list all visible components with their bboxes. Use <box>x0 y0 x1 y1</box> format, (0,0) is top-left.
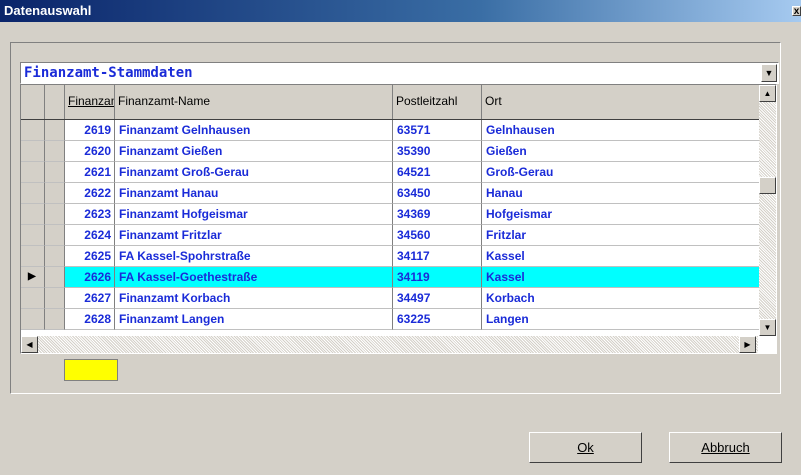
window-title: Datenauswahl <box>4 3 92 18</box>
cell-nr: 2627 <box>65 288 115 309</box>
row-blank <box>45 288 65 309</box>
cell-plz: 63571 <box>393 120 482 141</box>
header-finanzamt[interactable]: Finanzamt <box>65 85 115 119</box>
cell-plz: 35390 <box>393 141 482 162</box>
table-row[interactable]: 2622 Finanzamt Hanau 63450 Hanau <box>21 183 760 204</box>
cell-name: Finanzamt Groß-Gerau <box>115 162 393 183</box>
combo-value: Finanzamt-Stammdaten <box>24 65 193 81</box>
current-row-icon: ▶ <box>28 271 36 282</box>
row-indicator <box>21 309 45 330</box>
cell-plz: 64521 <box>393 162 482 183</box>
cell-plz: 63225 <box>393 309 482 330</box>
row-indicator <box>21 120 45 141</box>
cell-name: Finanzamt Gießen <box>115 141 393 162</box>
cell-nr: 2620 <box>65 141 115 162</box>
row-blank <box>45 267 65 288</box>
row-indicator <box>21 141 45 162</box>
cell-plz: 34497 <box>393 288 482 309</box>
cell-ort: Korbach <box>482 288 760 309</box>
cell-ort: Groß-Gerau <box>482 162 760 183</box>
header-blank <box>45 85 65 119</box>
cell-plz: 34119 <box>393 267 482 288</box>
table-row[interactable]: 2619 Finanzamt Gelnhausen 63571 Gelnhausen <box>21 120 760 141</box>
cell-nr: 2626 <box>65 267 115 288</box>
cell-nr: 2623 <box>65 204 115 225</box>
table-row[interactable]: 2627 Finanzamt Korbach 34497 Korbach <box>21 288 760 309</box>
table-row[interactable]: 2620 Finanzamt Gießen 35390 Gießen <box>21 141 760 162</box>
cell-ort: Hofgeismar <box>482 204 760 225</box>
cell-ort: Langen <box>482 309 760 330</box>
chevron-down-icon[interactable]: ▼ <box>761 64 777 82</box>
row-indicator <box>21 246 45 267</box>
cell-ort: Gelnhausen <box>482 120 760 141</box>
cancel-button[interactable]: Abbruch <box>669 432 782 463</box>
cell-name: Finanzamt Korbach <box>115 288 393 309</box>
table-row[interactable]: 2628 Finanzamt Langen 63225 Langen <box>21 309 760 330</box>
table-row[interactable]: 2624 Finanzamt Fritzlar 34560 Fritzlar <box>21 225 760 246</box>
scroll-right-icon[interactable]: ▶ <box>739 336 756 353</box>
cell-ort: Gießen <box>482 141 760 162</box>
cell-name: Finanzamt Fritzlar <box>115 225 393 246</box>
cell-plz: 63450 <box>393 183 482 204</box>
cell-nr: 2619 <box>65 120 115 141</box>
cell-name: Finanzamt Gelnhausen <box>115 120 393 141</box>
close-icon[interactable]: x <box>792 6 801 17</box>
cell-ort: Kassel <box>482 267 760 288</box>
cell-plz: 34560 <box>393 225 482 246</box>
vertical-scrollbar[interactable]: ▲ ▼ <box>759 85 776 336</box>
cell-nr: 2628 <box>65 309 115 330</box>
row-blank <box>45 309 65 330</box>
row-blank <box>45 141 65 162</box>
row-blank <box>45 225 65 246</box>
header-name[interactable]: Finanzamt-Name <box>115 85 393 119</box>
row-blank <box>45 246 65 267</box>
table-row[interactable]: 2625 FA Kassel-Spohrstraße 34117 Kassel <box>21 246 760 267</box>
horizontal-scrollbar[interactable]: ◀ ▶ <box>21 336 758 353</box>
header-indicator <box>21 85 45 119</box>
cell-ort: Kassel <box>482 246 760 267</box>
cell-name: FA Kassel-Goethestraße <box>115 267 393 288</box>
row-indicator <box>21 162 45 183</box>
cell-name: Finanzamt Langen <box>115 309 393 330</box>
table-select-combo[interactable]: Finanzamt-Stammdaten ▼ <box>20 62 779 84</box>
row-indicator: ▶ <box>21 267 45 288</box>
data-grid[interactable]: Finanzamt Finanzamt-Name Postleitzahl Or… <box>20 84 777 354</box>
cell-name: FA Kassel-Spohrstraße <box>115 246 393 267</box>
table-row[interactable]: 2621 Finanzamt Groß-Gerau 64521 Groß-Gerau <box>21 162 760 183</box>
scroll-down-icon[interactable]: ▼ <box>759 319 776 336</box>
row-blank <box>45 204 65 225</box>
header-ort[interactable]: Ort <box>482 85 760 119</box>
scroll-up-icon[interactable]: ▲ <box>759 85 776 102</box>
grid-header: Finanzamt Finanzamt-Name Postleitzahl Or… <box>21 85 760 120</box>
cell-ort: Hanau <box>482 183 760 204</box>
row-blank <box>45 120 65 141</box>
cell-nr: 2625 <box>65 246 115 267</box>
header-plz[interactable]: Postleitzahl <box>393 85 482 119</box>
row-indicator <box>21 204 45 225</box>
cell-plz: 34117 <box>393 246 482 267</box>
row-indicator <box>21 288 45 309</box>
scroll-left-icon[interactable]: ◀ <box>21 336 38 353</box>
cell-name: Finanzamt Hofgeismar <box>115 204 393 225</box>
row-blank <box>45 162 65 183</box>
ok-button[interactable]: Ok <box>529 432 642 463</box>
table-row[interactable]: ▶ 2626 FA Kassel-Goethestraße 34119 Kassel <box>21 267 760 288</box>
title-bar: Datenauswahl x <box>0 0 801 22</box>
cell-name: Finanzamt Hanau <box>115 183 393 204</box>
cell-nr: 2621 <box>65 162 115 183</box>
search-input[interactable] <box>64 359 118 381</box>
cancel-label: Abbruch <box>701 440 750 455</box>
cell-nr: 2622 <box>65 183 115 204</box>
row-blank <box>45 183 65 204</box>
scroll-thumb[interactable] <box>759 177 776 194</box>
ok-label: Ok <box>577 440 594 455</box>
row-indicator <box>21 225 45 246</box>
cell-nr: 2624 <box>65 225 115 246</box>
cell-ort: Fritzlar <box>482 225 760 246</box>
table-row[interactable]: 2623 Finanzamt Hofgeismar 34369 Hofgeismar <box>21 204 760 225</box>
cell-plz: 34369 <box>393 204 482 225</box>
row-indicator <box>21 183 45 204</box>
